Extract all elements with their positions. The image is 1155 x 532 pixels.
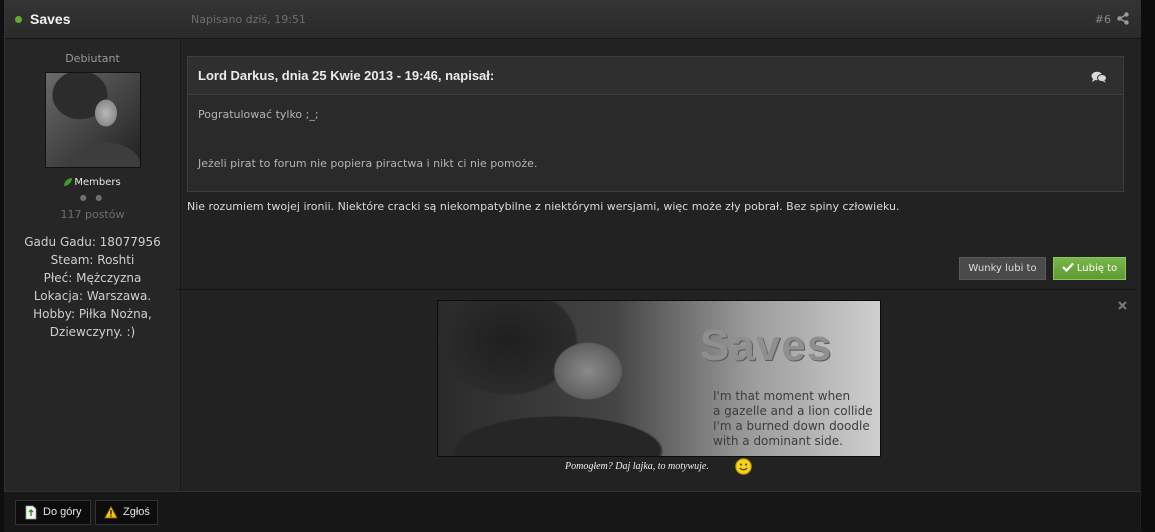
post-header: Saves Napisano dziś, 19:51 #6: [5, 0, 1141, 39]
back-to-top-label: Do góry: [43, 506, 82, 518]
author-name[interactable]: Saves: [30, 11, 70, 27]
document-icon: [25, 505, 37, 520]
banner-title: Saves: [700, 321, 833, 370]
signature-caption: Pomogłem? Daj lajka, to motywuje.: [565, 461, 709, 472]
profile-field-hobby-cont: Dziewczyny. :): [49, 325, 136, 339]
smiley-icon: [735, 458, 752, 475]
group-leaf-icon: [64, 178, 73, 186]
like-button-label: Lubię to: [1076, 263, 1118, 274]
banner-poem-line: I'm a burned down doodle: [713, 419, 870, 433]
check-icon: [1062, 262, 1074, 272]
quote-body: Pogratulować tylko ;_; Jeżeli pirat to f…: [188, 95, 1123, 170]
report-button[interactable]: Zgłoś: [95, 500, 158, 525]
member-rank: Debiutant: [65, 52, 120, 65]
profile-field-gender: Płeć: Mężczyzna: [43, 271, 142, 285]
speech-bubbles-icon[interactable]: [1091, 71, 1107, 83]
signature-banner: Saves I'm that moment when a gazelle and…: [437, 300, 881, 457]
quote-citation: Lord Darkus, dnia 25 Kwie 2013 - 19:46, …: [198, 68, 495, 83]
quote-header: Lord Darkus, dnia 25 Kwie 2013 - 19:46, …: [188, 57, 1123, 95]
quote-line-1: Pogratulować tylko ;_;: [198, 108, 319, 121]
member-group: Members: [5, 177, 180, 188]
profile-field-steam: Steam: Roshti: [50, 253, 135, 267]
banner-poem: I'm that moment when a gazelle and a lio…: [713, 389, 880, 449]
page-edge: [1141, 0, 1155, 531]
share-icon[interactable]: [1117, 12, 1129, 25]
post-count: 117 postów: [60, 208, 125, 221]
quote-block: Lord Darkus, dnia 25 Kwie 2013 - 19:46, …: [187, 56, 1124, 192]
banner-poem-line: a gazelle and a lion collide: [713, 404, 873, 418]
author-sidebar: Debiutant Members ● ● 117 postów Gadu Ga…: [5, 39, 181, 491]
back-to-top-button[interactable]: Do góry: [15, 500, 91, 525]
report-label: Zgłoś: [123, 506, 150, 518]
online-status-icon: [15, 16, 22, 23]
member-group-label: Members: [74, 177, 121, 188]
post-content: Lord Darkus, dnia 25 Kwie 2013 - 19:46, …: [187, 56, 1124, 192]
post-date: Napisano dziś, 19:51: [191, 13, 306, 26]
profile-field-gadu: Gadu Gadu: 18077956: [24, 235, 161, 249]
profile-field-hobby: Hobby: Piłka Nożna,: [33, 307, 152, 321]
reputation-dots-icon: ● ●: [79, 193, 106, 202]
likers-list-button[interactable]: Wunky lubi to: [959, 257, 1046, 280]
banner-poem-line: with a dominant side.: [713, 434, 843, 448]
profile-fields: Gadu Gadu: 18077956 Steam: Roshti Płeć: …: [5, 233, 180, 341]
banner-poem-line: I'm that moment when: [713, 389, 851, 403]
warning-icon: [104, 505, 118, 519]
profile-field-location: Lokacja: Warszawa.: [33, 289, 152, 303]
signature-divider: [176, 289, 1136, 290]
post-footer-bar: Do góry Zgłoś: [4, 491, 1140, 532]
like-button[interactable]: Lubię to: [1053, 257, 1126, 280]
close-icon[interactable]: [1118, 301, 1127, 310]
quote-line-2: Jeżeli pirat to forum nie popiera piract…: [198, 157, 538, 170]
post-body-text: Nie rozumiem twojej ironii. Niektóre cra…: [187, 200, 900, 213]
avatar[interactable]: [44, 72, 141, 168]
post-number-link[interactable]: #6: [1095, 13, 1111, 26]
